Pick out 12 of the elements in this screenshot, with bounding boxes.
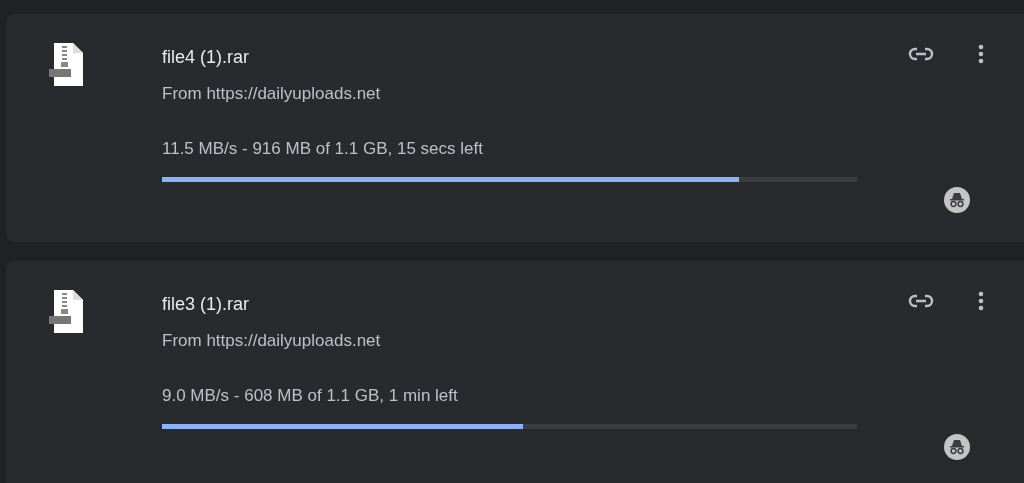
- source-url: From https://dailyuploads.net: [162, 83, 382, 105]
- download-status: 11.5 MB/s - 916 MB of 1.1 GB, 15 secs left: [162, 138, 484, 160]
- zip-file-icon: [48, 289, 86, 335]
- file-name[interactable]: file3 (1).rar: [162, 291, 857, 317]
- more-options-icon[interactable]: [978, 44, 984, 64]
- download-status: 9.0 MB/s - 608 MB of 1.1 GB, 1 min left: [162, 385, 459, 407]
- link-icon[interactable]: [908, 294, 934, 308]
- zip-file-icon: [48, 42, 86, 88]
- file-name[interactable]: file4 (1).rar: [162, 44, 857, 70]
- link-icon[interactable]: [908, 47, 934, 61]
- source-url: From https://dailyuploads.net: [162, 330, 382, 352]
- more-options-icon[interactable]: [978, 291, 984, 311]
